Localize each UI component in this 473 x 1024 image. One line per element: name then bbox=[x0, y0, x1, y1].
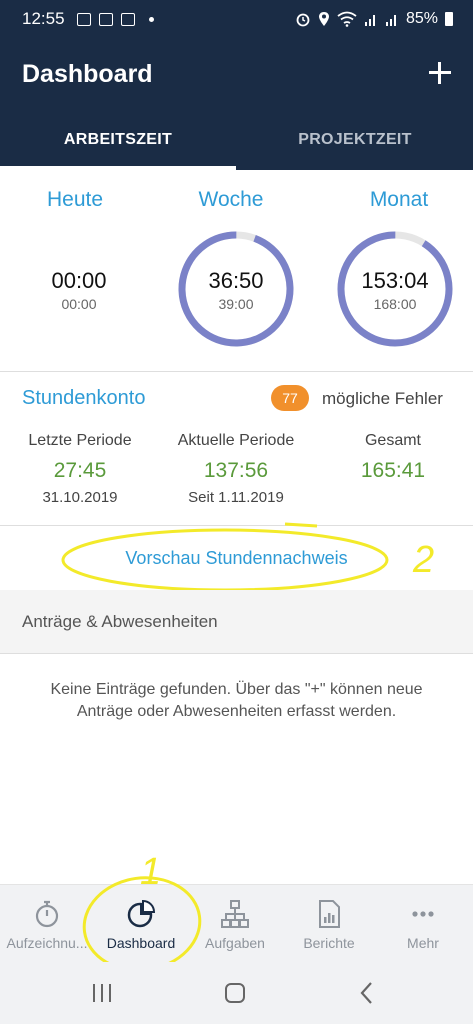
today-value: 00:00 bbox=[51, 268, 107, 293]
message-notification-icon bbox=[120, 12, 135, 26]
today-title: Heute bbox=[46, 188, 104, 211]
total-value: 165:41 bbox=[360, 459, 426, 482]
status-time: 12:55 bbox=[22, 9, 65, 28]
week-title: Woche bbox=[198, 188, 264, 211]
month-title: Monat bbox=[369, 188, 429, 211]
last-period-label: Letzte Periode bbox=[28, 432, 132, 449]
more-notifications-icon bbox=[148, 16, 154, 22]
page-title: Dashboard bbox=[22, 60, 153, 88]
divider bbox=[0, 371, 473, 372]
last-period-value: 27:45 bbox=[53, 459, 107, 482]
week-value: 36:50 bbox=[208, 268, 264, 293]
nav-label-recording: Aufzeichnu... bbox=[6, 935, 88, 951]
nav-label-more: Mehr bbox=[407, 935, 439, 951]
screen: 12:55 85% Dashboard ARBEITSZEIT PROJEKTZ… bbox=[0, 0, 473, 1024]
month-value: 153:04 bbox=[361, 268, 429, 293]
empty-state-line-2: Anträge oder Abwesenheiten erfasst werde… bbox=[76, 703, 397, 720]
hierarchy-icon bbox=[221, 900, 249, 928]
app-header: Dashboard ARBEITSZEIT PROJEKTZEIT bbox=[0, 38, 473, 170]
home-icon[interactable] bbox=[223, 981, 247, 1005]
wifi-icon bbox=[337, 11, 357, 27]
stundenkonto-title: Stundenkonto bbox=[22, 387, 146, 409]
alarm-icon bbox=[296, 13, 310, 27]
divider bbox=[0, 525, 473, 526]
nav-label-tasks: Aufgaben bbox=[205, 935, 265, 951]
tab-projektzeit[interactable]: PROJEKTZEIT bbox=[237, 120, 473, 170]
battery-percent: 85% bbox=[405, 10, 438, 27]
signal-2-icon bbox=[385, 15, 396, 26]
nav-item-reports[interactable]: Berichte bbox=[282, 885, 376, 963]
empty-state-text: Keine Einträge gefunden. Über das "+" kö… bbox=[20, 679, 453, 723]
gallery-notification-icon bbox=[76, 12, 91, 26]
system-navigation-bar bbox=[0, 962, 473, 1024]
error-label[interactable]: mögliche Fehler bbox=[322, 389, 443, 409]
recent-apps-icon[interactable] bbox=[90, 982, 114, 1004]
preview-timesheet-link[interactable]: Vorschau Stundennachweis bbox=[0, 527, 473, 589]
week-target: 39:00 bbox=[218, 296, 254, 312]
error-count-badge[interactable]: 77 bbox=[271, 385, 309, 411]
nav-item-more[interactable]: Mehr bbox=[376, 885, 470, 963]
signal-icon bbox=[364, 15, 375, 26]
last-period-date: 31.10.2019 bbox=[42, 489, 118, 506]
pie-chart-icon bbox=[127, 899, 156, 928]
back-icon[interactable] bbox=[358, 980, 376, 1006]
nav-label-reports: Berichte bbox=[303, 935, 355, 951]
nav-item-tasks[interactable]: Aufgaben bbox=[188, 885, 282, 963]
time-summary: Heute Woche Monat 00:00 00:00 36:50 39:0… bbox=[0, 170, 473, 370]
tab-arbeitszeit[interactable]: ARBEITSZEIT bbox=[0, 120, 236, 170]
location-icon bbox=[318, 12, 329, 26]
bottom-navigation: Aufzeichnu... Dashboard Aufgaben Bericht… bbox=[0, 884, 473, 962]
current-period-value: 137:56 bbox=[203, 459, 269, 482]
month-target: 168:00 bbox=[373, 296, 417, 312]
nav-item-dashboard[interactable]: Dashboard bbox=[94, 885, 188, 963]
image-notification-icon bbox=[98, 12, 113, 26]
add-button[interactable] bbox=[425, 58, 455, 88]
current-period-date: Seit 1.11.2019 bbox=[188, 489, 284, 506]
nav-label-dashboard: Dashboard bbox=[106, 935, 176, 951]
empty-state-line-1: Keine Einträge gefunden. Über das "+" kö… bbox=[50, 681, 423, 698]
report-icon bbox=[319, 900, 340, 928]
more-icon bbox=[412, 911, 434, 917]
nav-item-recording[interactable]: Aufzeichnu... bbox=[0, 885, 94, 963]
status-bar: 12:55 85% bbox=[0, 0, 473, 38]
stopwatch-icon bbox=[35, 900, 59, 928]
today-target: 00:00 bbox=[61, 296, 97, 312]
total-label: Gesamt bbox=[364, 432, 421, 449]
requests-header: Anträge & Abwesenheiten bbox=[0, 590, 473, 654]
battery-icon bbox=[445, 12, 453, 26]
current-period-label: Aktuelle Periode bbox=[177, 432, 295, 449]
